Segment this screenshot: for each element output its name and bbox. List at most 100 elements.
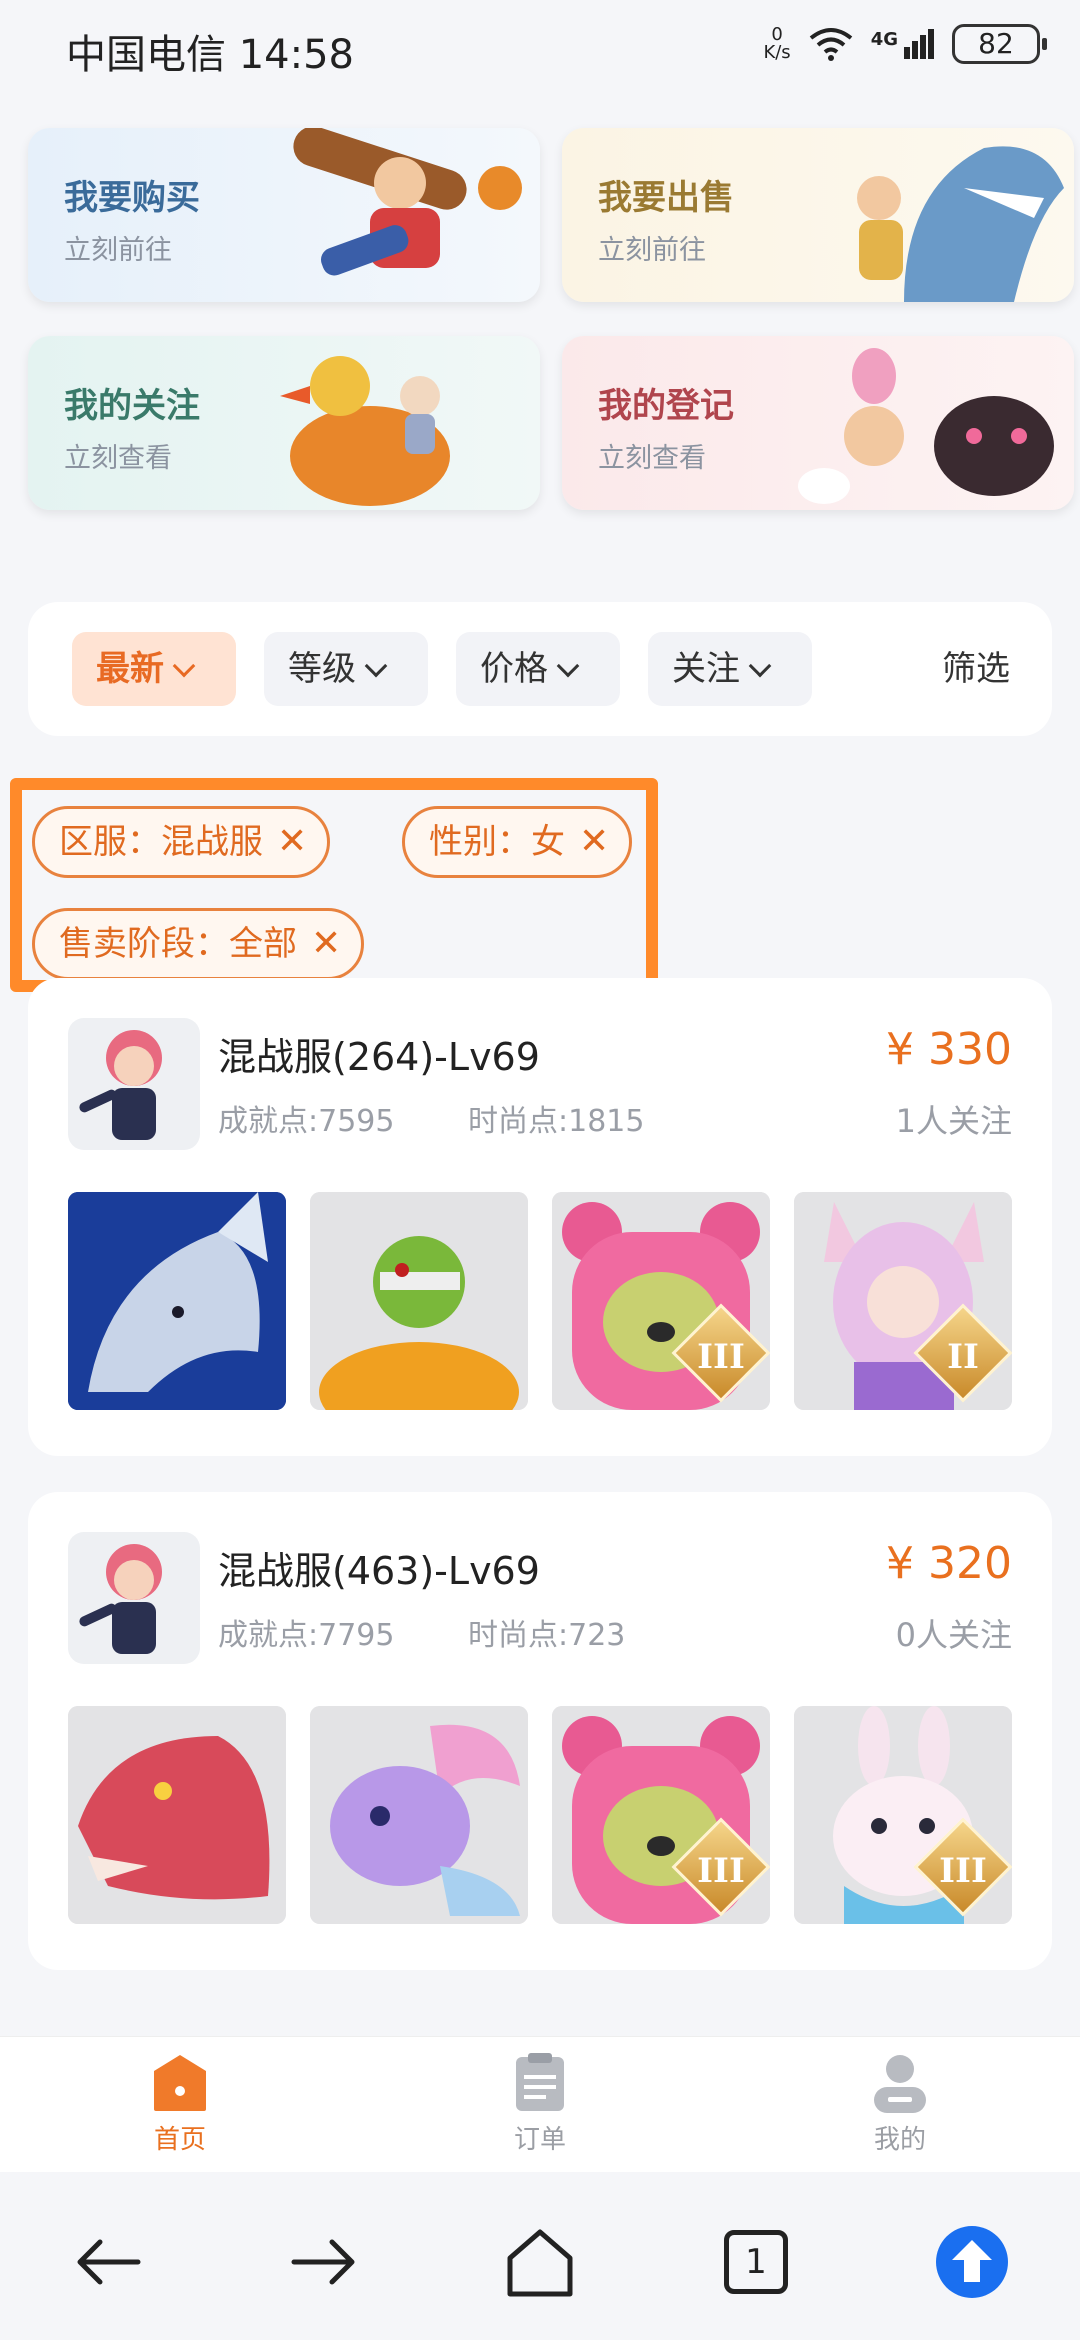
close-icon[interactable]: ✕ [579,809,609,875]
status-icons: 0 K/s 4G 82 [763,24,1047,64]
battery-level: 82 [978,27,1014,60]
network-speed: 0 K/s [763,26,790,62]
registration-card-subtitle: 立刻查看 [598,443,706,474]
profile-icon [874,2055,926,2113]
registration-card-title: 我的登记 [598,386,734,426]
zombie-pumpkin-icon [310,1192,528,1410]
tier-badge-label: III [697,1337,745,1378]
sell-card-title: 我要出售 [598,178,734,218]
follow-count: 1人关注 [895,1102,1012,1140]
tier-badge-label: III [697,1851,745,1892]
listing-title: 混战服(264)-Lv69 [218,1035,540,1079]
item-thumbnail[interactable]: III [552,1706,770,1924]
listing-card[interactable]: 混战服(264)-Lv69 成就点:7595 时尚点:1815 ¥ 330 1人… [28,978,1052,1456]
home-nav-icon[interactable] [502,2224,578,2300]
item-thumbnail[interactable] [68,1706,286,1924]
lumberjack-character-icon [293,128,522,276]
red-dragon-icon [68,1706,286,1924]
item-thumbnail[interactable]: II [794,1192,1012,1410]
filter-tag-gender[interactable]: 性别：女 ✕ [402,806,633,878]
item-thumbnail[interactable] [310,1192,528,1410]
tier-badge-label: II [947,1337,979,1378]
buy-card-title: 我要购买 [64,178,200,218]
filter-tag-server-label: 区服：混战服 [59,822,263,862]
achievement-points: 成就点:7595 [218,1104,395,1139]
active-filters: 区服：混战服 ✕ 性别：女 ✕ 售卖阶段：全部 ✕ [10,778,658,992]
item-thumbnails: III II [68,1192,1012,1410]
close-icon[interactable]: ✕ [277,809,307,875]
sort-level-chip[interactable]: 等级 [264,632,428,706]
pink-pets-icon [798,348,1054,504]
sort-bar: 最新 等级 价格 关注 筛选 [28,602,1052,736]
system-navigation-bar: 1 [0,2172,1080,2340]
fashion-points: 时尚点:1815 [468,1104,645,1139]
sort-price-label: 价格 [480,649,548,689]
filter-button[interactable]: 筛选 [942,632,1010,706]
buy-card-subtitle: 立刻前往 [64,235,172,266]
buy-card[interactable]: 我要购买 立刻前往 [28,128,540,302]
upload-arrow-icon[interactable] [934,2224,1010,2300]
filter-tag-server[interactable]: 区服：混战服 ✕ [32,806,331,878]
listing-title: 混战服(463)-Lv69 [218,1549,540,1593]
chevron-down-icon [172,654,196,678]
tab-home[interactable]: 首页 [100,2051,260,2156]
network-type: 4G [870,29,898,50]
network-speed-unit: K/s [763,42,791,63]
achievement-points: 成就点:7795 [218,1618,395,1653]
character-avatar-icon [79,1030,162,1140]
listing-price: ¥ 330 [886,1024,1012,1075]
avatar [68,1532,200,1664]
listing-price: ¥ 320 [886,1538,1012,1589]
sort-level-label: 等级 [288,649,356,689]
filter-tag-sale-stage[interactable]: 售卖阶段：全部 ✕ [32,908,365,980]
orders-icon [516,2053,564,2111]
fashion-points: 时尚点:723 [468,1618,626,1653]
tab-home-label: 首页 [153,2125,206,2155]
tab-profile-label: 我的 [873,2125,926,2155]
home-icon [154,2055,206,2111]
listing-card[interactable]: 混战服(463)-Lv69 成就点:7795 时尚点:723 ¥ 320 0人关… [28,1492,1052,1970]
tab-orders-label: 订单 [513,2125,566,2155]
tab-profile[interactable]: 我的 [820,2051,980,2156]
tabs-switcher-button[interactable]: 1 [718,2224,794,2300]
close-icon[interactable]: ✕ [311,911,341,977]
filter-tag-sale-stage-label: 售卖阶段：全部 [59,924,297,964]
back-arrow-icon[interactable] [70,2224,146,2300]
item-thumbnail[interactable]: III [794,1706,1012,1924]
tab-orders[interactable]: 订单 [460,2051,620,2156]
following-card-title: 我的关注 [64,386,200,426]
tab-count: 1 [724,2230,788,2294]
sort-price-chip[interactable]: 价格 [456,632,620,706]
item-thumbnail[interactable]: III [552,1192,770,1410]
item-thumbnails: III III [68,1706,1012,1924]
sell-card-subtitle: 立刻前往 [598,235,706,266]
shark-character-icon [857,146,1064,302]
carrier-time: 中国电信 14:58 [66,32,354,78]
avatar [68,1018,200,1150]
sell-card[interactable]: 我要出售 立刻前往 [562,128,1074,302]
forward-arrow-icon[interactable] [286,2224,362,2300]
registration-card[interactable]: 我的登记 立刻查看 [562,336,1074,510]
sort-latest-label: 最新 [96,649,164,689]
follow-count: 0人关注 [895,1616,1012,1654]
tier-badge-label: III [939,1851,987,1892]
sort-following-label: 关注 [672,649,740,689]
chevron-down-icon [364,654,388,678]
cellular-signal-icon: 4G [871,29,934,59]
purple-dragon-icon [310,1706,528,1924]
status-bar: 中国电信 14:58 0 K/s 4G 82 [0,0,1080,100]
sort-following-chip[interactable]: 关注 [648,632,812,706]
item-thumbnail[interactable] [310,1706,528,1924]
sort-latest-chip[interactable]: 最新 [72,632,236,706]
blue-wolf-icon [68,1192,286,1410]
bottom-tab-bar: 首页 订单 我的 [0,2036,1080,2172]
battery-icon: 82 [952,24,1047,64]
chevron-down-icon [556,654,580,678]
rooster-rider-icon [280,356,450,506]
wifi-icon [809,28,852,61]
chevron-down-icon [748,654,772,678]
filter-tag-gender-label: 性别：女 [429,822,565,862]
following-card[interactable]: 我的关注 立刻查看 [28,336,540,510]
character-avatar-icon [79,1544,162,1654]
item-thumbnail[interactable] [68,1192,286,1410]
